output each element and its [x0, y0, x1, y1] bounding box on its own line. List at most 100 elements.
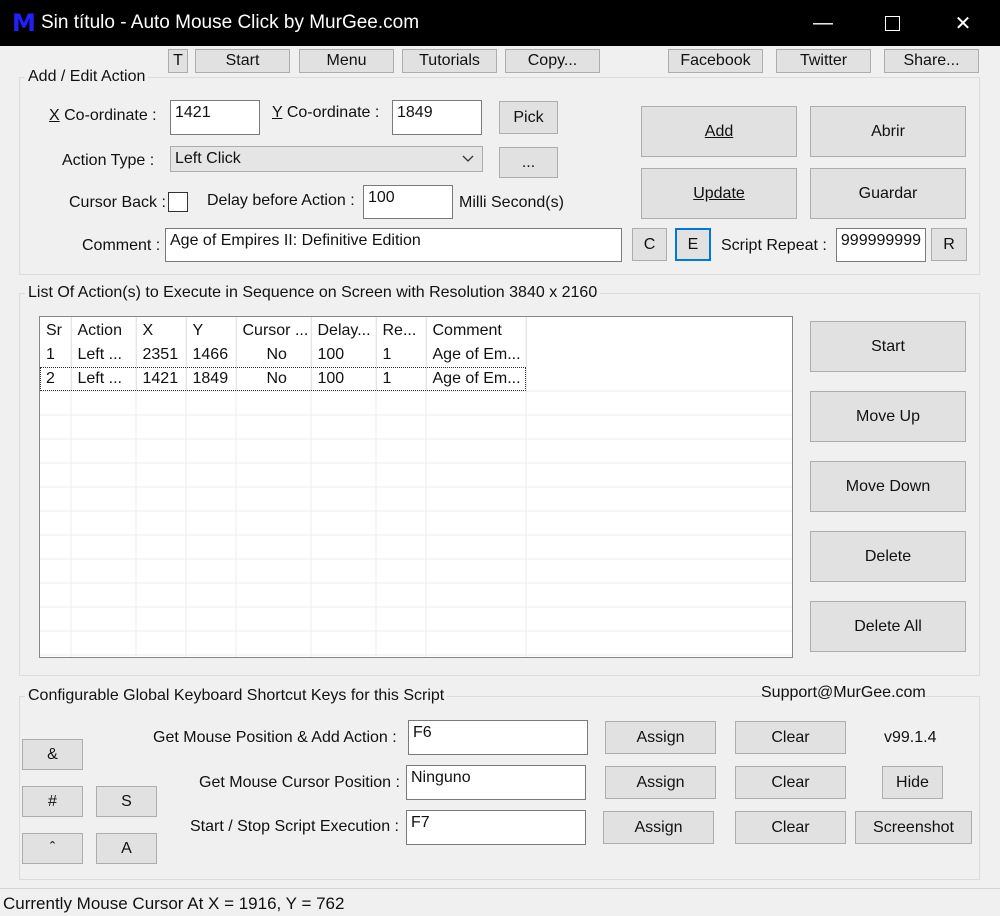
close-button[interactable]: ✕: [940, 0, 986, 46]
y-coordinate-label: Y Co-ordinate :: [272, 104, 380, 121]
assign-add-action-button[interactable]: Assign: [605, 721, 716, 754]
delete-all-button[interactable]: Delete All: [810, 601, 966, 652]
table-cell: 1: [40, 343, 72, 368]
menu-button[interactable]: Menu: [299, 49, 394, 73]
facebook-button[interactable]: Facebook: [668, 49, 763, 73]
table-cell: 1: [376, 367, 427, 392]
shortcut-add-action-field[interactable]: F6: [408, 720, 588, 755]
delay-label: Delay before Action :: [207, 192, 355, 209]
x-coordinate-label: X Co-ordinate :: [49, 107, 157, 124]
delete-button[interactable]: Delete: [810, 531, 966, 582]
maximize-icon: [884, 15, 900, 31]
shortcut-add-action-label: Get Mouse Position & Add Action :: [153, 729, 397, 746]
shortcut-start-stop-label: Start / Stop Script Execution :: [190, 818, 399, 835]
move-up-button[interactable]: Move Up: [810, 391, 966, 442]
hide-button[interactable]: Hide: [882, 766, 943, 799]
save-button[interactable]: Guardar: [810, 168, 966, 219]
action-type-value: Left Click: [175, 150, 241, 167]
cursor-back-label: Cursor Back :: [69, 194, 166, 211]
table-cell: Age of Em...: [426, 367, 527, 392]
twitter-button[interactable]: Twitter: [776, 49, 871, 73]
comment-field[interactable]: Age of Empires II: Definitive Edition: [165, 228, 622, 262]
update-button[interactable]: Update: [641, 168, 797, 219]
clear-start-stop-button[interactable]: Clear: [735, 811, 846, 844]
column-header-repeat[interactable]: Re...: [376, 317, 427, 343]
clear-cursor-position-button[interactable]: Clear: [735, 766, 846, 799]
s-button[interactable]: S: [96, 786, 157, 817]
open-button[interactable]: Abrir: [810, 106, 966, 157]
top-start-button[interactable]: Start: [195, 49, 290, 73]
table-cell: Left ...: [71, 367, 137, 392]
script-repeat-label: Script Repeat :: [721, 237, 827, 254]
share-button[interactable]: Share...: [884, 49, 979, 73]
table-cell: 1421: [136, 367, 187, 392]
table-cell: 1849: [186, 367, 237, 392]
status-bar: Currently Mouse Cursor At X = 1916, Y = …: [0, 888, 1000, 916]
cursor-back-checkbox[interactable]: [168, 192, 188, 212]
column-header-cursor[interactable]: Cursor ...: [236, 317, 312, 343]
shortcuts-title: Configurable Global Keyboard Shortcut Ke…: [25, 687, 448, 705]
minimize-button[interactable]: —: [800, 0, 846, 46]
table-cell: No: [236, 343, 312, 368]
table-cell: Age of Em...: [426, 343, 527, 368]
column-header-delay[interactable]: Delay...: [311, 317, 377, 343]
table-cell: 1466: [186, 343, 237, 368]
delay-field[interactable]: 100: [363, 185, 453, 219]
table-cell: 100: [311, 343, 377, 368]
r-button[interactable]: R: [931, 228, 967, 261]
delay-unit-label: Milli Second(s): [459, 194, 564, 211]
clear-add-action-button[interactable]: Clear: [735, 721, 846, 754]
caret-button[interactable]: ˆ: [22, 833, 83, 864]
assign-cursor-position-button[interactable]: Assign: [605, 766, 716, 799]
chevron-down-icon: [462, 150, 474, 171]
assign-start-stop-button[interactable]: Assign: [603, 811, 714, 844]
y-coordinate-field[interactable]: 1849: [392, 100, 482, 135]
action-type-select[interactable]: Left Click: [170, 146, 483, 172]
ampersand-button[interactable]: &: [22, 739, 83, 770]
shortcut-cursor-position-field[interactable]: Ninguno: [406, 765, 586, 800]
table-row[interactable]: 1 Left ... 2351 1466 No 100 1 Age of Em.…: [40, 343, 527, 368]
column-header-action[interactable]: Action: [71, 317, 137, 343]
minimize-icon: —: [813, 11, 833, 34]
t-button[interactable]: T: [168, 49, 188, 73]
shortcut-cursor-position-label: Get Mouse Cursor Position :: [199, 774, 400, 791]
tutorials-button[interactable]: Tutorials: [402, 49, 497, 73]
list-start-button[interactable]: Start: [810, 321, 966, 372]
more-options-button[interactable]: ...: [499, 147, 558, 178]
pick-button[interactable]: Pick: [499, 101, 558, 134]
move-down-button[interactable]: Move Down: [810, 461, 966, 512]
x-coordinate-field[interactable]: 1421: [170, 100, 260, 135]
table-cell: 100: [311, 367, 377, 392]
screenshot-button[interactable]: Screenshot: [855, 811, 972, 844]
c-button[interactable]: C: [632, 228, 667, 261]
title-bar: M Sin título - Auto Mouse Click by MurGe…: [0, 0, 1000, 46]
action-type-label: Action Type :: [62, 152, 155, 169]
column-header-y[interactable]: Y: [186, 317, 237, 343]
table-cell: 2351: [136, 343, 187, 368]
add-button[interactable]: Add: [641, 106, 797, 157]
column-header-x[interactable]: X: [136, 317, 187, 343]
action-list-title: List Of Action(s) to Execute in Sequence…: [25, 284, 601, 302]
app-logo-icon: M: [12, 9, 36, 37]
copy-button[interactable]: Copy...: [505, 49, 600, 73]
action-table: Sr Action X Y Cursor ... Delay... Re... …: [40, 317, 527, 392]
close-icon: ✕: [954, 12, 972, 35]
status-text: Currently Mouse Cursor At X = 1916, Y = …: [3, 894, 345, 913]
a-button[interactable]: A: [96, 833, 157, 864]
maximize-button[interactable]: [869, 0, 915, 46]
e-button[interactable]: E: [675, 228, 711, 261]
table-header-row: Sr Action X Y Cursor ... Delay... Re... …: [40, 317, 527, 343]
table-row[interactable]: 2 Left ... 1421 1849 No 100 1 Age of Em.…: [40, 367, 527, 392]
support-link[interactable]: Support@MurGee.com: [761, 684, 926, 702]
script-repeat-field[interactable]: 999999999: [836, 228, 926, 262]
add-edit-action-title: Add / Edit Action: [25, 68, 149, 86]
column-header-comment[interactable]: Comment: [426, 317, 527, 343]
hash-button[interactable]: #: [22, 786, 83, 817]
window-title: Sin título - Auto Mouse Click by MurGee.…: [41, 12, 420, 33]
column-header-sr[interactable]: Sr: [40, 317, 72, 343]
action-list[interactable]: Sr Action X Y Cursor ... Delay... Re... …: [39, 316, 793, 658]
table-cell: 1: [376, 343, 427, 368]
shortcut-start-stop-field[interactable]: F7: [406, 810, 586, 845]
version-label: v99.1.4: [884, 729, 937, 746]
table-cell: 2: [40, 367, 72, 392]
